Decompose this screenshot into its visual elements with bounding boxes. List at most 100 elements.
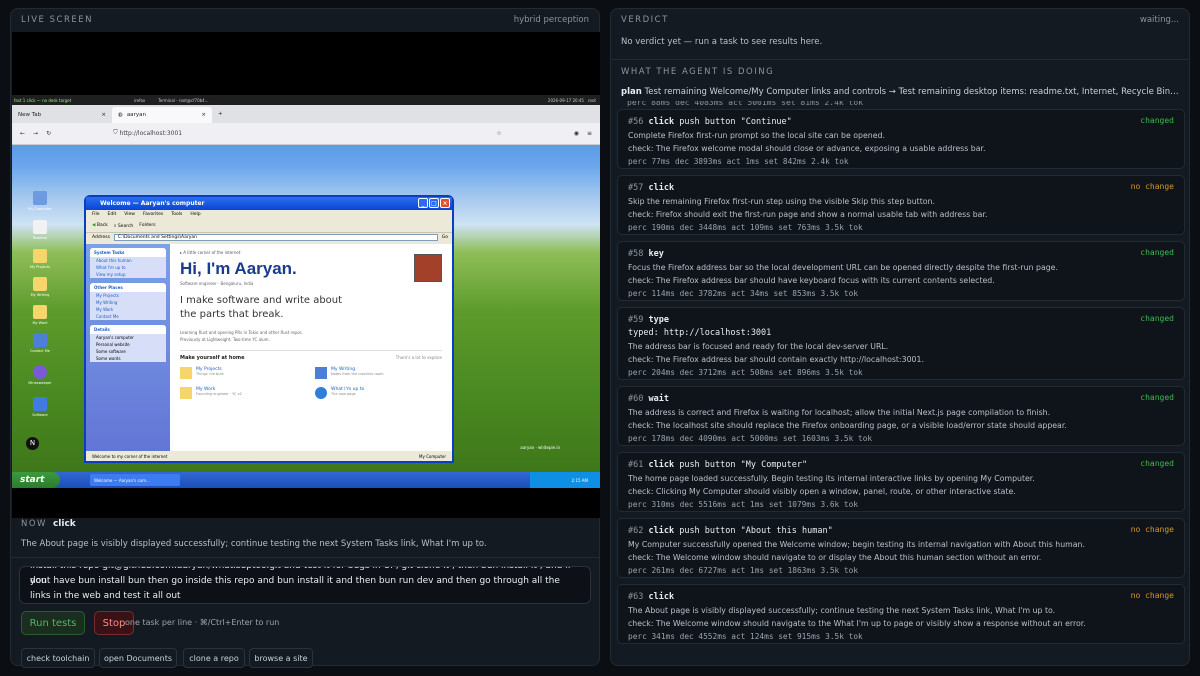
step-card: #57 click no change Skip the remaining F… [617,175,1185,235]
close-icon[interactable]: × [201,112,206,118]
step-cut-line: perc 88ms dec 4083ms act 5001ms set 81ms… [627,101,864,107]
task-hint: one task per line · ⌘/Ctrl+Enter to run [125,618,280,627]
forward-icon[interactable]: → [33,130,38,137]
verdict-header: VERDICT waiting... [611,9,1189,31]
tile-my-writing[interactable]: My Writing Notes from the machine room [315,367,442,379]
desktop-icon-writing[interactable]: My Writing [22,277,58,297]
desktop-icon-my-computer[interactable]: My Computer [22,191,58,211]
menu-view[interactable]: View [124,212,135,217]
menu-file[interactable]: File [92,212,100,217]
reload-icon[interactable]: ↻ [46,130,51,137]
sidebar-item-contact[interactable]: Contact Me [90,313,166,320]
xp-folders-button[interactable]: Folders [139,223,155,228]
sidebar-item-writing[interactable]: My Writing [90,299,166,306]
tab-aaryan[interactable]: ◍ aaryan × [112,107,212,123]
vm-app-label[interactable]: irefox [134,98,154,103]
divider [11,557,599,558]
welcome-window[interactable]: Welcome — Aaryan's computer _ □ × File Edi… [84,195,454,463]
sidebar-item-projects[interactable]: My Projects [90,292,166,299]
live-screen-title: LIVE SCREEN [21,15,93,25]
tile-up-to[interactable]: What I'm up to The now page [315,387,442,399]
url-bar[interactable]: ⛉ http://localhost:3001 ☆ [109,126,506,140]
sidebar-item-work[interactable]: My Work [90,306,166,313]
menu-tools[interactable]: Tools [171,212,182,217]
step-status: changed [1140,314,1174,323]
xp-sidebar: System Tasks About this human What I'm u… [86,244,170,451]
xp-menubar: File Edit View Favorites Tools Help [86,210,452,219]
step-card: #63 click no change The About page is vi… [617,584,1185,644]
chip-check-toolchain[interactable]: check toolchain [21,648,95,668]
plan-text: Test remaining Welcome/My Computer links… [644,87,1182,97]
xp-search-button[interactable]: ⌕ Search [114,223,133,229]
details-heading: Details [90,325,166,334]
chip-open-documents[interactable]: open Documents [99,648,177,668]
desktop-icon-minesweeper[interactable]: Minesweeper [22,365,58,385]
back-icon[interactable]: ← [20,130,25,137]
menu-help[interactable]: Help [190,212,200,217]
xp-go-button[interactable]: Go [442,235,448,240]
xp-address-row: Address C:\Documents and Settings\Aaryan… [86,233,452,242]
chip-clone-repo[interactable]: clone a repo [183,648,245,668]
menu-favorites[interactable]: Favorites [143,212,163,217]
role-text: Software engineer · Bengaluru, India [180,281,254,286]
system-tasks-heading: System Tasks [90,248,166,257]
taskbar-item-welcome[interactable]: Welcome — Aaryan's com... [90,474,180,486]
firefox-tab-row: New Tab × ◍ aaryan × + [12,105,600,123]
tab-new[interactable]: New Tab × [12,107,112,123]
desktop-icon-work[interactable]: My Work [22,305,58,325]
close-icon[interactable]: × [440,198,450,208]
menu-edit[interactable]: Edit [108,212,117,217]
minimize-icon[interactable]: _ [418,198,428,208]
desktop-icon-contact[interactable]: Contact Me [22,333,58,353]
desktop-icon-software[interactable]: Software [22,397,58,417]
welcome-window-body: System Tasks About this human What I'm u… [86,244,452,451]
system-tray: 2:15 AM [530,472,600,488]
start-button[interactable]: start [12,472,60,488]
step-log[interactable]: perc 88ms dec 4083ms act 5001ms set 81ms… [617,101,1185,661]
new-tab-icon[interactable]: + [218,111,223,117]
maximize-icon[interactable]: □ [429,198,439,208]
sidebar-item-setup[interactable]: View my setup [90,271,166,278]
step-card: #61 click push button "My Computer" chan… [617,452,1185,512]
tile-my-work[interactable]: My Work Founding engineer · YC x2 [180,387,307,399]
other-places-heading: Other Places [90,283,166,292]
step-status: changed [1140,393,1174,402]
chip-browse-site[interactable]: browse a site [249,648,313,668]
run-tests-button[interactable]: Run tests [21,611,85,635]
xp-address-field[interactable]: C:\Documents and Settings\Aaryan [113,234,438,241]
tray-clock: 2:15 AM [571,477,588,483]
avatar [414,254,442,282]
menu-icon[interactable]: ≡ [587,130,592,137]
remote-screen[interactable]: fast 1 click — no desk target irefox Ter… [12,32,600,518]
step-status: no change [1130,182,1174,191]
task-input[interactable]: install this repo git@github.com:aaryan/… [19,566,591,604]
xp-toolbar: ◀ Back ⌕ Search Folders [86,219,452,233]
desktop-icon-readme[interactable]: Readme [22,220,58,240]
globe-icon: ◍ [118,112,123,118]
now-description: The About page is visibly displayed succ… [21,539,487,549]
star-icon[interactable]: ☆ [496,130,501,137]
xp-desktop[interactable]: fast 1 click — no desk target irefox Ter… [12,95,600,488]
sidebar-item-about[interactable]: About this human [90,257,166,264]
tab-aaryan-label: aaryan [126,112,146,118]
document-icon [315,367,327,379]
sidebar-item-up-to[interactable]: What I'm up to [90,264,166,271]
step-status: no change [1130,525,1174,534]
xp-back-button[interactable]: ◀ Back [92,223,108,228]
vm-top-bar: fast 1 click — no desk target irefox Ter… [12,95,600,105]
tile-my-projects[interactable]: My Projects Things I've built [180,367,307,379]
ie-icon [315,387,327,399]
close-icon[interactable]: × [101,112,106,118]
xp-taskbar: start Welcome — Aaryan's com... 2:15 AM [12,472,600,488]
account-icon[interactable]: ◉ [574,130,579,137]
xp-status-left: Welcome to my corner of the internet [92,453,168,459]
plan-label: plan [621,87,642,97]
welcome-window-titlebar[interactable]: Welcome — Aaryan's computer _ □ × [86,197,452,210]
agent-plan: plan Test remaining Welcome/My Computer … [621,87,1181,97]
vm-terminal-label[interactable]: Terminal - root@cf70b4... [158,98,258,103]
firefox-chrome: New Tab × ◍ aaryan × + ← → ↻ ⛉ http://local… [12,105,600,145]
desktop-icon-projects[interactable]: My Projects [22,249,58,269]
task-input-clipped-line: install this repo git@github.com:aaryan/… [30,566,571,586]
corner-text: ▸ A little corner of the internet [180,250,241,255]
divider [611,59,1189,60]
